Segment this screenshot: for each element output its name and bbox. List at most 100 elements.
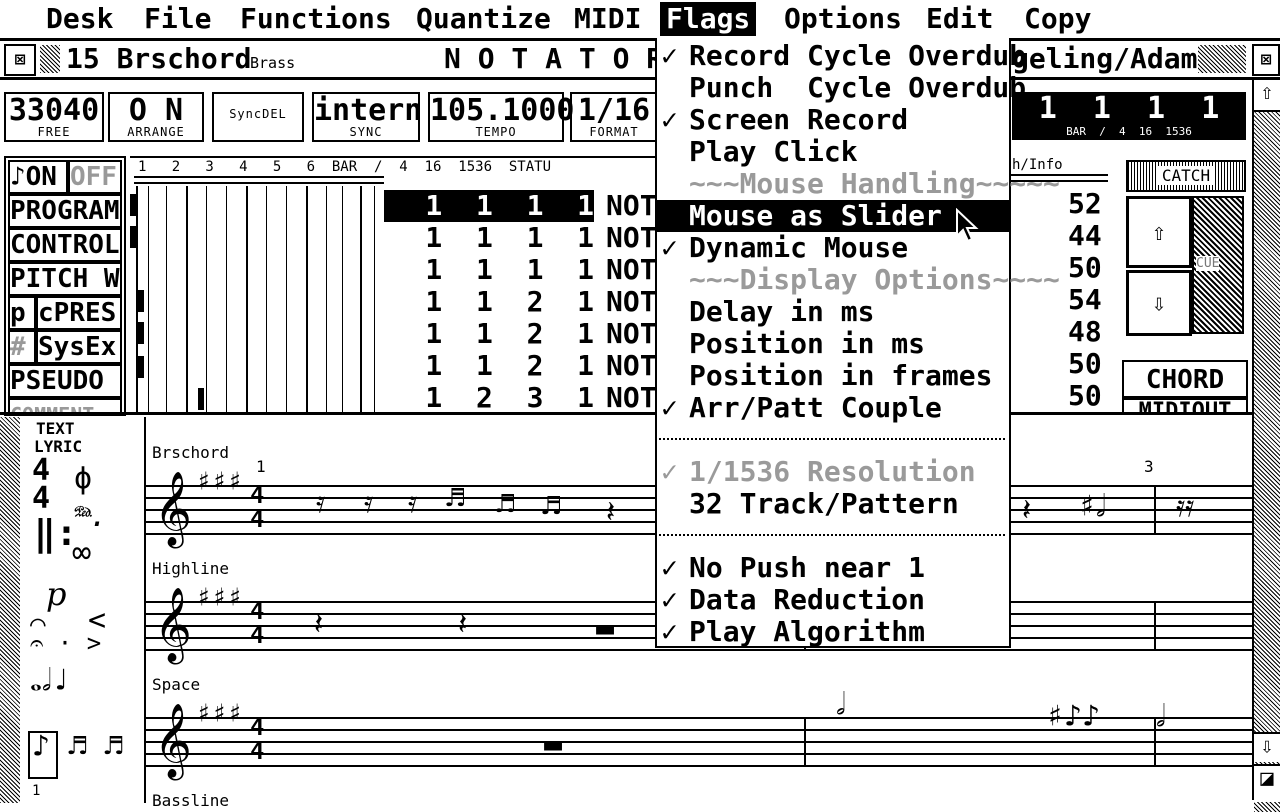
menu-item-data-reduction[interactable]: ✓ Data Reduction — [657, 584, 1009, 616]
sync-display[interactable]: intern SYNC — [312, 92, 422, 142]
score-window: TEXT LYRIC 44 ϕ 𝆮. ‖: ∞ p < ⌒ 𝄐 · > 𝅝𝅗𝅥♩… — [0, 412, 1252, 810]
cue-down-icon[interactable]: ⇩ — [1126, 270, 1192, 336]
grid-line — [374, 186, 375, 414]
menu-item-screen-record[interactable]: ✓ Screen Record — [657, 104, 1009, 136]
note-symbol[interactable]: 𝄿 — [408, 483, 417, 523]
sysex-button[interactable]: SysEx — [36, 330, 122, 364]
note-symbol[interactable]: ♯♪♪ — [1046, 697, 1100, 737]
pitch-wheel-button[interactable]: PITCH W — [8, 262, 122, 296]
on-button[interactable]: ♪ON — [8, 160, 68, 194]
format-display[interactable]: 1/16 FORMAT — [570, 92, 658, 142]
program-button[interactable]: PROGRAM — [8, 194, 122, 228]
checkmark-icon: ✓ — [661, 231, 678, 264]
staff-line — [146, 649, 1252, 651]
note-values-icon[interactable]: 𝅝𝅗𝅥♩ — [30, 663, 70, 698]
staff-line — [146, 765, 1252, 767]
menu-item-arr-patt-couple[interactable]: ✓ Arr/Patt Couple — [657, 392, 1009, 424]
note-symbol[interactable]: 𝄿𝄿 — [1176, 487, 1194, 527]
flags-dropdown-menu: ✓ Record Cycle Overdub Punch Cycle Overdub… — [655, 38, 1060, 648]
checkmark-icon: ✓ — [661, 39, 678, 72]
poly-pressure-button[interactable]: p — [8, 296, 36, 330]
note-bar — [130, 194, 136, 216]
eighth-notes-icon[interactable]: ♪ ♬ ♬ — [32, 729, 122, 764]
close-icon[interactable]: ⊠ — [4, 44, 36, 76]
fermata-icon[interactable]: 𝄐 · > — [30, 629, 101, 657]
repeat-icon[interactable]: ‖: — [34, 513, 77, 554]
menu-item-position-in-ms[interactable]: Position in ms — [657, 328, 1009, 360]
note-symbol[interactable]: ♬ — [446, 479, 464, 519]
resize-icon[interactable]: ◪ — [1254, 764, 1280, 802]
note-symbol[interactable]: 𝄿 — [316, 483, 325, 523]
catch-button[interactable]: CATCH — [1126, 160, 1246, 192]
scroll-track[interactable] — [1254, 112, 1280, 812]
note-bar — [138, 290, 144, 312]
event-list: 1 2 3 4 5 6 BAR / 4 16 1536 STATU 1 1 1 … — [130, 156, 656, 414]
syncdel-display[interactable]: SyncDEL — [212, 92, 304, 142]
note-symbol[interactable]: 𝄽 — [1022, 491, 1031, 531]
vertical-scrollbar[interactable]: ⇧ ⇩ ◪ — [1252, 80, 1280, 812]
checkmark-icon: ✓ — [661, 455, 678, 488]
menu-copy[interactable]: Copy — [1018, 2, 1097, 36]
menu-quantize[interactable]: Quantize — [410, 2, 557, 36]
position-value: 1 1 1 1 — [1038, 91, 1220, 126]
grid-line — [148, 186, 149, 414]
menu-item-play-algorithm[interactable]: ✓ Play Algorithm — [657, 616, 1009, 648]
time-signature-icon[interactable]: 44 — [32, 456, 50, 514]
scroll-up-icon[interactable]: ⇧ — [1254, 80, 1280, 112]
menu-options[interactable]: Options — [778, 2, 908, 36]
coda-icon[interactable]: ϕ — [74, 461, 92, 496]
arrange-display[interactable]: O N ARRANGE — [108, 92, 204, 142]
note-symbol[interactable]: ▬ — [544, 725, 562, 765]
note-symbol[interactable]: ♯𝅗𝅥 — [1078, 487, 1106, 527]
note-symbol[interactable]: 𝄽 — [458, 605, 467, 645]
menu-item-record-cycle-overdub[interactable]: ✓ Record Cycle Overdub — [657, 39, 1026, 72]
staff-line — [146, 741, 1252, 743]
position-display[interactable]: 1 1 1 1 BAR / 4 16 1536 — [1012, 92, 1246, 140]
menu-file[interactable]: File — [138, 2, 217, 36]
note-symbol[interactable]: 𝅗𝅥 — [836, 685, 846, 725]
menu-functions[interactable]: Functions — [234, 2, 398, 36]
menu-desk[interactable]: Desk — [40, 2, 119, 36]
grid-line — [186, 186, 188, 414]
piano-dynamic-icon[interactable]: p — [46, 575, 66, 613]
checkmark-icon: ✓ — [661, 103, 678, 136]
chord-button[interactable]: CHORD — [1122, 360, 1248, 400]
event-info-value: 48 — [1068, 315, 1102, 348]
grid-line — [286, 186, 287, 414]
menu-edit[interactable]: Edit — [920, 2, 999, 36]
checkmark-icon: ✓ — [661, 391, 678, 424]
menu-item-position-in-frames[interactable]: Position in frames — [657, 360, 1009, 392]
cue-up-icon[interactable]: ⇧ — [1126, 196, 1192, 268]
infinity-icon[interactable]: ∞ — [72, 533, 91, 571]
sharp-button[interactable]: # — [8, 330, 36, 364]
menu-item-32-track-pattern[interactable]: 32 Track/Pattern — [657, 488, 1009, 520]
menu-item-no-push-near-1[interactable]: ✓ No Push near 1 — [657, 552, 1009, 584]
menu-item-punch-cycle-overdub[interactable]: Punch Cycle Overdub — [657, 72, 1026, 104]
note-symbol[interactable]: ♬ — [542, 487, 560, 527]
note-symbol[interactable]: 𝅗𝅥 — [1156, 697, 1166, 737]
note-symbol[interactable]: ▬ — [596, 609, 614, 649]
fullscreen-icon[interactable]: ⊠ — [1252, 44, 1280, 76]
off-button[interactable]: OFF — [68, 160, 122, 194]
channel-pressure-button[interactable]: cPRES — [36, 296, 122, 330]
menu-item-play-click[interactable]: Play Click — [657, 136, 1009, 168]
text-tool[interactable]: TEXT — [36, 419, 75, 438]
menu-flags[interactable]: Flags — [660, 2, 757, 36]
menu-item-label: Play Algorithm — [689, 615, 926, 648]
control-button[interactable]: CONTROL — [8, 228, 122, 262]
menu-item-label: Arr/Patt Couple — [689, 391, 942, 424]
note-symbol[interactable]: 𝄽 — [314, 605, 323, 645]
midiout-button[interactable]: MIDIOUT — [1122, 396, 1248, 412]
scroll-down-icon[interactable]: ⇩ — [1254, 732, 1280, 762]
menu-item-label: Punch Cycle Overdub — [689, 71, 1027, 104]
bar-number: 1 — [256, 457, 266, 476]
tempo-display[interactable]: 105.1000 TEMPO — [428, 92, 575, 142]
menu-midi[interactable]: MIDI — [568, 2, 647, 36]
grid-line — [226, 186, 227, 414]
menu-item-delay-in-ms[interactable]: Delay in ms — [657, 296, 1009, 328]
note-symbol[interactable]: ♬ — [496, 485, 514, 525]
pseudo-button[interactable]: PSEUDO — [8, 364, 122, 398]
note-symbol[interactable]: 𝄿 — [364, 483, 373, 523]
note-symbol[interactable]: 𝄽 — [606, 493, 615, 533]
event-info-value: 44 — [1068, 219, 1102, 252]
